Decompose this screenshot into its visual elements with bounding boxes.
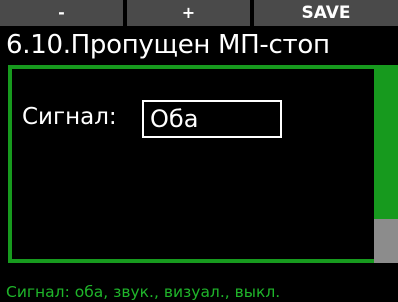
minus-softkey[interactable]: - — [0, 0, 123, 26]
softkey-bar: - + SAVE — [0, 0, 398, 26]
hint-text: Сигнал: оба, звук., визуал., выкл. — [6, 283, 281, 301]
signal-value-field[interactable]: Оба — [142, 100, 282, 138]
scrollbar-track[interactable] — [374, 65, 398, 263]
plus-softkey[interactable]: + — [127, 0, 250, 26]
page-title: 6.10.Пропущен МП-стоп — [6, 30, 330, 60]
scrollbar-thumb[interactable] — [374, 219, 398, 263]
signal-label: Сигнал: — [22, 104, 117, 130]
settings-panel: Сигнал: Оба — [8, 65, 394, 263]
save-softkey[interactable]: SAVE — [254, 0, 398, 26]
